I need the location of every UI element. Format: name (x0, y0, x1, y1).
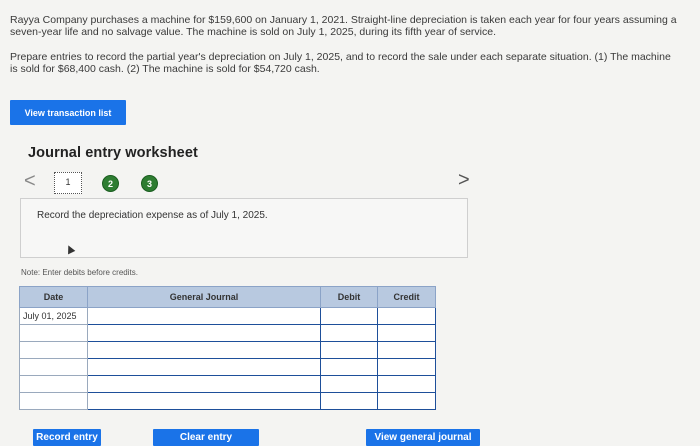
account-input[interactable] (87, 307, 321, 325)
debit-input[interactable] (320, 358, 378, 376)
journal-table: Date General Journal Debit Credit July 0… (19, 286, 436, 410)
account-input[interactable] (87, 375, 321, 393)
account-input[interactable] (87, 341, 321, 359)
chevron-left-icon[interactable]: < (24, 171, 40, 191)
instruction-text: Record the depreciation expense as of Ju… (37, 210, 268, 221)
date-cell (19, 341, 88, 359)
clear-entry-button[interactable]: Clear entry (153, 429, 259, 446)
view-transaction-list-button[interactable]: View transaction list (10, 100, 126, 125)
debit-input[interactable] (320, 375, 378, 393)
worksheet-title: Journal entry worksheet (28, 145, 198, 161)
table-row (19, 392, 436, 410)
table-row (19, 341, 436, 359)
table-row (19, 358, 436, 376)
date-cell (19, 375, 88, 393)
table-row (19, 375, 436, 393)
debit-input[interactable] (320, 324, 378, 342)
step-1-tab[interactable]: 1 (54, 172, 82, 194)
step-3-tab[interactable]: 3 (141, 175, 158, 192)
debit-input[interactable] (320, 392, 378, 410)
step-2-tab[interactable]: 2 (102, 175, 119, 192)
credit-input[interactable] (377, 324, 436, 342)
account-input[interactable] (87, 358, 321, 376)
debit-input[interactable] (320, 307, 378, 325)
problem-paragraph-1: Rayya Company purchases a machine for $1… (10, 14, 677, 38)
date-cell: July 01, 2025 (19, 307, 88, 325)
account-input[interactable] (87, 324, 321, 342)
debit-header: Debit (320, 286, 378, 308)
credit-input[interactable] (377, 341, 436, 359)
journal-header-row: Date General Journal Debit Credit (19, 286, 436, 308)
date-cell (19, 324, 88, 342)
problem-paragraph-2: Prepare entries to record the partial ye… (10, 51, 671, 75)
record-entry-button[interactable]: Record entry (33, 429, 101, 446)
debit-input[interactable] (320, 341, 378, 359)
instruction-box: Record the depreciation expense as of Ju… (20, 198, 468, 258)
credit-input[interactable] (377, 358, 436, 376)
view-general-journal-button[interactable]: View general journal (366, 429, 480, 446)
table-row (19, 324, 436, 342)
account-input[interactable] (87, 392, 321, 410)
credit-input[interactable] (377, 307, 436, 325)
credit-input[interactable] (377, 375, 436, 393)
general-journal-header: General Journal (87, 286, 321, 308)
date-cell (19, 392, 88, 410)
credit-input[interactable] (377, 392, 436, 410)
chevron-right-icon[interactable]: > (458, 170, 474, 190)
credit-header: Credit (377, 286, 436, 308)
date-cell (19, 358, 88, 376)
table-row: July 01, 2025 (19, 307, 436, 325)
problem-statement: Rayya Company purchases a machine for $1… (10, 14, 680, 75)
note-text: Note: Enter debits before credits. (21, 268, 138, 277)
date-header: Date (19, 286, 88, 308)
